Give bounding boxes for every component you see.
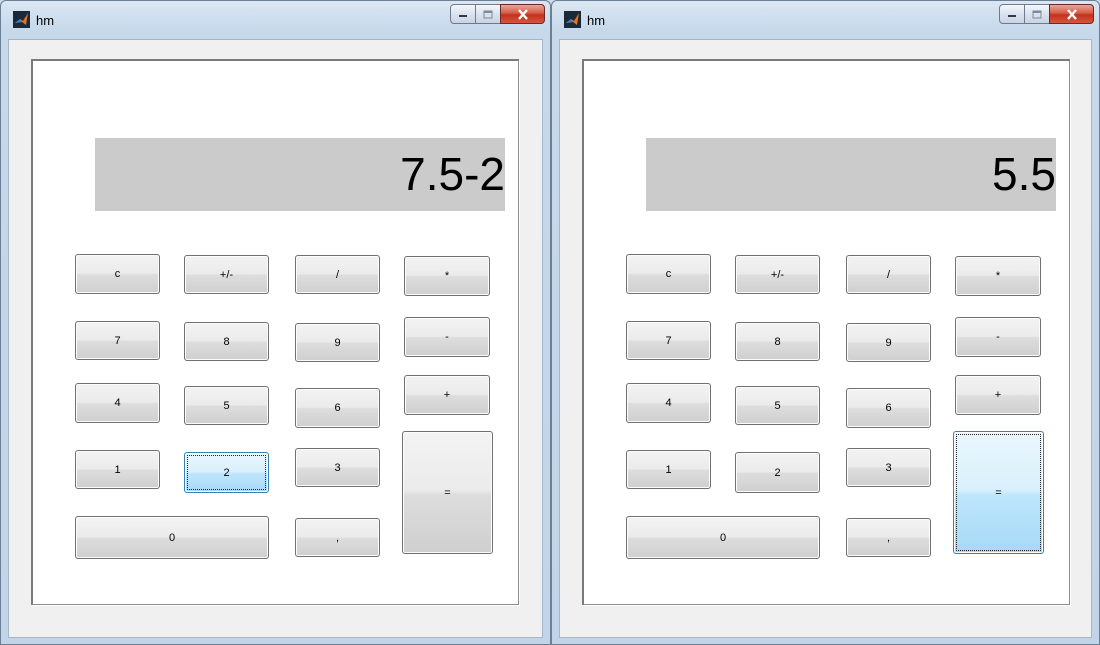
digit-9-button[interactable]: 9 (295, 323, 380, 362)
minimize-button[interactable] (450, 4, 476, 24)
decimal-button[interactable]: , (846, 518, 931, 557)
title-bar[interactable]: hm (552, 1, 1099, 39)
minus-button[interactable]: - (404, 317, 490, 357)
clear-button[interactable]: c (75, 254, 160, 294)
calculator-panel: 7.5-2 c +/- / * 7 8 9 - 4 5 6 + 1 2 3 = … (31, 59, 519, 605)
button-label: 4 (665, 397, 672, 409)
button-label: 5 (223, 399, 230, 412)
button-label: + (994, 389, 1002, 401)
button-label: 4 (114, 397, 121, 409)
calculator-panel: 5.5 c +/- / * 7 8 9 - 4 5 6 + 1 2 3 = 0 … (582, 59, 1070, 605)
multiply-button[interactable]: * (955, 256, 1041, 296)
button-label: 2 (774, 466, 781, 479)
button-label: * (995, 270, 1001, 282)
button-label: c (665, 268, 672, 280)
digit-9-button[interactable]: 9 (846, 323, 931, 362)
multiply-button[interactable]: * (404, 256, 490, 296)
button-label: 7 (114, 334, 121, 347)
title-bar[interactable]: hm (1, 1, 550, 39)
minus-button[interactable]: - (955, 317, 1041, 357)
client-area: 5.5 c +/- / * 7 8 9 - 4 5 6 + 1 2 3 = 0 … (559, 39, 1092, 638)
button-label: 3 (334, 461, 341, 474)
button-label: / (335, 268, 340, 281)
digit-6-button[interactable]: 6 (295, 388, 380, 428)
plus-minus-button[interactable]: +/- (735, 255, 820, 294)
button-label: 6 (334, 402, 341, 414)
close-icon (1066, 8, 1077, 20)
digit-1-button[interactable]: 1 (626, 450, 711, 489)
digit-0-button[interactable]: 0 (626, 516, 820, 559)
clear-button[interactable]: c (626, 254, 711, 294)
button-label: 3 (885, 461, 892, 474)
button-label: + (443, 389, 451, 401)
button-label: - (996, 331, 1000, 343)
digit-4-button[interactable]: 4 (626, 383, 711, 423)
equals-button[interactable]: = (402, 431, 493, 554)
divide-button[interactable]: / (846, 255, 931, 294)
digit-5-button[interactable]: 5 (184, 386, 269, 425)
maximize-button[interactable] (1024, 4, 1050, 24)
window-title: hm (587, 13, 606, 28)
maximize-icon (1032, 10, 1042, 18)
digit-7-button[interactable]: 7 (626, 321, 711, 360)
button-label: - (445, 331, 449, 343)
button-label: * (444, 270, 450, 282)
digit-2-button[interactable]: 2 (184, 452, 269, 493)
digit-8-button[interactable]: 8 (184, 322, 269, 361)
maximize-icon (483, 10, 493, 18)
digit-1-button[interactable]: 1 (75, 450, 160, 489)
calculator-window-2: hm 5.5 c +/- / * 7 8 9 - 4 5 6 + 1 2 3 =… (551, 0, 1100, 645)
button-label: = (995, 486, 1002, 499)
digit-2-button[interactable]: 2 (735, 452, 820, 493)
button-label: 9 (334, 336, 341, 349)
button-label: 5 (774, 399, 781, 412)
close-icon (517, 8, 528, 20)
button-label: c (114, 268, 121, 280)
button-label: , (335, 531, 340, 544)
button-label: , (886, 531, 891, 544)
button-label: 2 (223, 466, 230, 479)
button-label: 1 (114, 463, 121, 476)
digit-4-button[interactable]: 4 (75, 383, 160, 423)
minimize-icon (1008, 15, 1016, 17)
calculator-window-1: hm 7.5-2 c +/- / * 7 8 9 - 4 5 6 + 1 2 3… (0, 0, 551, 645)
close-button[interactable] (500, 4, 545, 24)
button-label: 1 (665, 463, 672, 476)
matlab-logo-icon (13, 11, 30, 28)
button-label: 8 (223, 335, 230, 348)
window-title: hm (36, 13, 55, 28)
digit-6-button[interactable]: 6 (846, 388, 931, 428)
calculator-display: 5.5 (646, 138, 1056, 211)
equals-button[interactable]: = (953, 431, 1044, 554)
digit-0-button[interactable]: 0 (75, 516, 269, 559)
decimal-button[interactable]: , (295, 518, 380, 557)
plus-minus-button[interactable]: +/- (184, 255, 269, 294)
button-label: 0 (719, 531, 727, 544)
button-label: 0 (168, 531, 176, 544)
matlab-logo-icon (564, 11, 581, 28)
button-label: +/- (770, 268, 785, 281)
button-label: 7 (665, 334, 672, 347)
close-button[interactable] (1049, 4, 1094, 24)
client-area: 7.5-2 c +/- / * 7 8 9 - 4 5 6 + 1 2 3 = … (8, 39, 543, 638)
button-label: 9 (885, 336, 892, 349)
button-label: = (444, 486, 451, 499)
maximize-button[interactable] (475, 4, 501, 24)
digit-3-button[interactable]: 3 (295, 448, 380, 487)
plus-button[interactable]: + (404, 375, 490, 415)
digit-7-button[interactable]: 7 (75, 321, 160, 360)
button-label: +/- (219, 268, 234, 281)
calculator-display: 7.5-2 (95, 138, 505, 211)
digit-3-button[interactable]: 3 (846, 448, 931, 487)
button-label: / (886, 268, 891, 281)
digit-5-button[interactable]: 5 (735, 386, 820, 425)
button-label: 8 (774, 335, 781, 348)
divide-button[interactable]: / (295, 255, 380, 294)
button-label: 6 (885, 402, 892, 414)
minimize-icon (459, 15, 467, 17)
minimize-button[interactable] (999, 4, 1025, 24)
digit-8-button[interactable]: 8 (735, 322, 820, 361)
plus-button[interactable]: + (955, 375, 1041, 415)
